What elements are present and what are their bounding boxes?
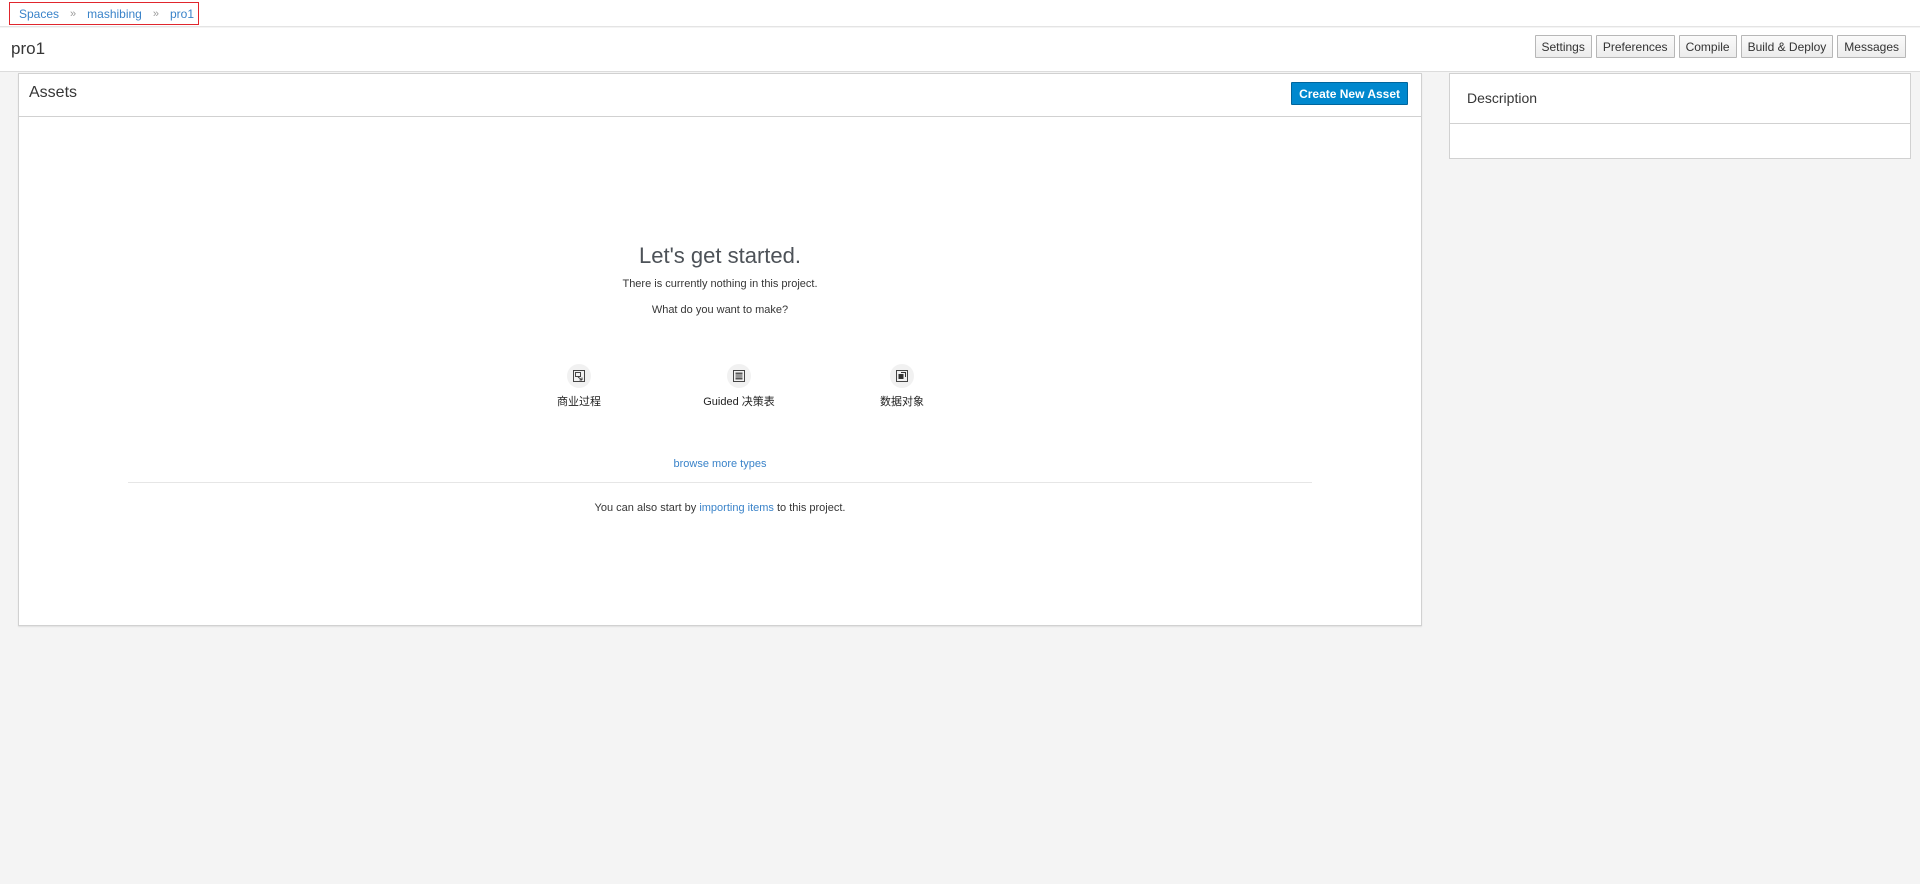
- breadcrumb: Spaces » mashibing » pro1: [9, 2, 199, 25]
- asset-type-label: 数据对象: [880, 396, 924, 408]
- import-hint-prefix: You can also start by: [594, 502, 697, 514]
- preferences-button[interactable]: Preferences: [1595, 35, 1675, 58]
- project-toolbar: Settings Preferences Compile Build & Dep…: [1534, 35, 1906, 58]
- import-hint-suffix: to this project.: [776, 502, 846, 514]
- business-process-icon: [567, 364, 591, 388]
- assets-header: Assets Create New Asset: [19, 74, 1421, 117]
- assets-panel: Assets Create New Asset Let's get starte…: [18, 73, 1422, 626]
- decision-table-icon: [727, 364, 751, 388]
- description-title: Description: [1467, 90, 1538, 106]
- empty-state-title: Let's get started.: [639, 243, 801, 268]
- asset-type-label: 商业过程: [557, 396, 601, 408]
- breadcrumb-separator: »: [152, 7, 159, 20]
- import-hint: You can also start by importing items to…: [19, 502, 1421, 514]
- compile-button[interactable]: Compile: [1678, 35, 1737, 58]
- breadcrumb-item-mashibing[interactable]: mashibing: [87, 7, 142, 21]
- page-header: pro1 Settings Preferences Compile Build …: [0, 28, 1920, 72]
- asset-type-decision-table[interactable]: Guided 决策表: [679, 364, 799, 409]
- breadcrumb-item-spaces[interactable]: Spaces: [19, 7, 59, 21]
- settings-button[interactable]: Settings: [1534, 35, 1592, 58]
- asset-type-list: 商业过程 Guided 决策表 数据对象: [19, 364, 1421, 414]
- create-new-asset-button[interactable]: Create New Asset: [1291, 82, 1408, 105]
- asset-type-data-object[interactable]: 数据对象: [842, 364, 962, 409]
- description-panel: Description: [1449, 73, 1911, 159]
- asset-type-label: Guided 决策表: [703, 396, 775, 408]
- asset-type-business-process[interactable]: 商业过程: [519, 364, 639, 409]
- divider: [128, 482, 1312, 483]
- build-deploy-button[interactable]: Build & Deploy: [1740, 35, 1834, 58]
- importing-items-link[interactable]: importing items: [699, 502, 774, 514]
- messages-button[interactable]: Messages: [1837, 35, 1906, 58]
- data-object-icon: [890, 364, 914, 388]
- breadcrumb-item-pro1[interactable]: pro1: [170, 7, 194, 21]
- page-title: pro1: [11, 39, 46, 58]
- breadcrumb-bar: Spaces » mashibing » pro1: [0, 0, 1920, 27]
- empty-state-prompt: What do you want to make?: [651, 304, 789, 316]
- browse-more-types-link[interactable]: browse more types: [19, 458, 1421, 470]
- empty-state-message: There is currently nothing in this proje…: [622, 278, 818, 290]
- description-header: Description: [1450, 74, 1910, 124]
- breadcrumb-separator: »: [70, 7, 77, 20]
- assets-title: Assets: [29, 84, 78, 101]
